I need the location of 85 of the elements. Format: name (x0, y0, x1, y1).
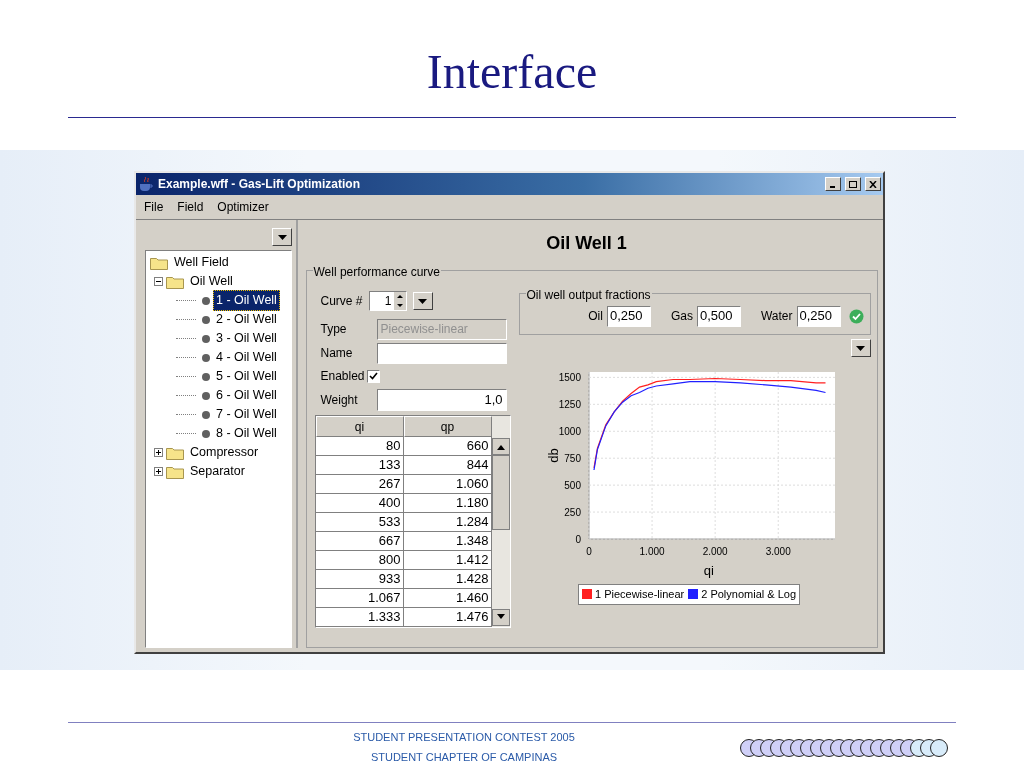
dropdown-button[interactable] (850, 339, 871, 357)
table-cell: 1.333 (315, 608, 404, 627)
maximize-icon (849, 180, 857, 188)
checkbox[interactable] (366, 369, 380, 383)
coffee-cup-icon (138, 176, 154, 192)
field-label: Name (320, 345, 354, 362)
fraction-field[interactable]: 0,500 (696, 305, 741, 327)
axis-label: qi (703, 563, 714, 578)
tree-item[interactable]: 1 - Oil Well (213, 290, 280, 311)
folder-icon (166, 464, 184, 479)
expand-icon[interactable] (154, 448, 163, 457)
footer-text: STUDENT PRESENTATION CONTEST 2005 (353, 730, 575, 745)
legend-label: 1 Piecewise-linear (594, 587, 685, 602)
panel-heading: Oil Well 1 (546, 232, 627, 255)
tree-item[interactable]: 4 - Oil Well (213, 347, 280, 368)
minimize-button[interactable] (825, 177, 841, 191)
tick-label: 1.000 (639, 546, 665, 557)
footer-text: STUDENT CHAPTER OF CAMPINAS (370, 750, 558, 765)
folder-icon (150, 255, 168, 270)
tick-label: 0 (585, 546, 592, 557)
down-arrow-icon[interactable] (393, 301, 406, 310)
fraction-field[interactable]: 0,250 (606, 305, 651, 327)
tick-label: 750 (563, 453, 581, 465)
dot-icon (202, 372, 210, 381)
up-arrow-icon[interactable] (393, 292, 406, 301)
column-header[interactable]: qi (315, 416, 404, 437)
field-label: Water (760, 308, 793, 325)
tree-item[interactable]: 6 - Oil Well (213, 385, 280, 406)
tick-label: 2.000 (702, 546, 728, 557)
field-label: Weight (320, 392, 359, 409)
field-label: Enabled (320, 368, 365, 385)
dot-icon (202, 391, 210, 400)
name-field[interactable] (376, 342, 507, 364)
tree-item[interactable]: Separator (187, 461, 248, 482)
field-label: Curve # (320, 293, 363, 310)
folder-icon (166, 445, 184, 460)
menu-item[interactable]: Optimizer (217, 198, 269, 216)
caret-icon (856, 345, 865, 351)
fraction-field[interactable]: 0,250 (796, 305, 841, 327)
dropdown-button[interactable] (412, 292, 433, 310)
tree-item[interactable]: Well Field (171, 252, 232, 273)
legend-label: 2 Polynomial & Log (701, 587, 796, 602)
tick-label: 250 (563, 507, 581, 519)
tree-item[interactable]: 5 - Oil Well (213, 366, 280, 387)
field-label: Gas (670, 308, 693, 325)
expand-icon[interactable] (154, 467, 163, 476)
field-label: Type (320, 321, 348, 338)
maximize-button[interactable] (845, 177, 861, 191)
slide-title: Interface (426, 48, 598, 96)
tick-label: 1000 (558, 426, 581, 438)
menu-item[interactable]: File (144, 198, 164, 216)
tree-item[interactable]: 8 - Oil Well (213, 423, 280, 444)
dot-icon (202, 429, 210, 438)
tick-label: 3.000 (765, 546, 791, 557)
check-circle-icon (848, 308, 864, 324)
tree-item[interactable]: 2 - Oil Well (213, 309, 280, 330)
tree-item[interactable]: 3 - Oil Well (213, 328, 280, 349)
dot-icon (202, 296, 210, 305)
tick-label: 0 (574, 534, 581, 545)
tick-label: 1250 (558, 399, 581, 411)
tick-label: 500 (563, 480, 581, 492)
collapse-icon[interactable] (154, 277, 163, 286)
dropdown-button[interactable] (272, 228, 292, 246)
dot-icon (202, 315, 210, 324)
folder-icon (166, 274, 184, 289)
column-header[interactable]: qp (403, 416, 492, 437)
caret-icon (277, 234, 287, 240)
window-title: Example.wff - Gas-Lift Optimization (158, 176, 361, 193)
spinner-field[interactable]: 1 (368, 291, 407, 311)
table-cell: 1.476 (403, 608, 492, 627)
tick-label: 1500 (558, 372, 581, 384)
menu-item[interactable]: Field (177, 198, 204, 216)
dot-icon (202, 353, 210, 362)
dot-icon (202, 334, 210, 343)
tree-item[interactable]: Compressor (187, 442, 262, 463)
weight-field[interactable]: 1,0 (376, 389, 507, 411)
caret-icon (418, 298, 428, 304)
axis-label: qp (547, 448, 563, 463)
tree-item[interactable]: Oil Well (187, 271, 236, 292)
dot-icon (202, 410, 210, 419)
close-icon (869, 180, 877, 188)
close-button[interactable] (865, 177, 881, 191)
field-label: Oil (588, 308, 603, 325)
check-icon (368, 372, 378, 380)
tree-item[interactable]: 7 - Oil Well (213, 404, 280, 425)
